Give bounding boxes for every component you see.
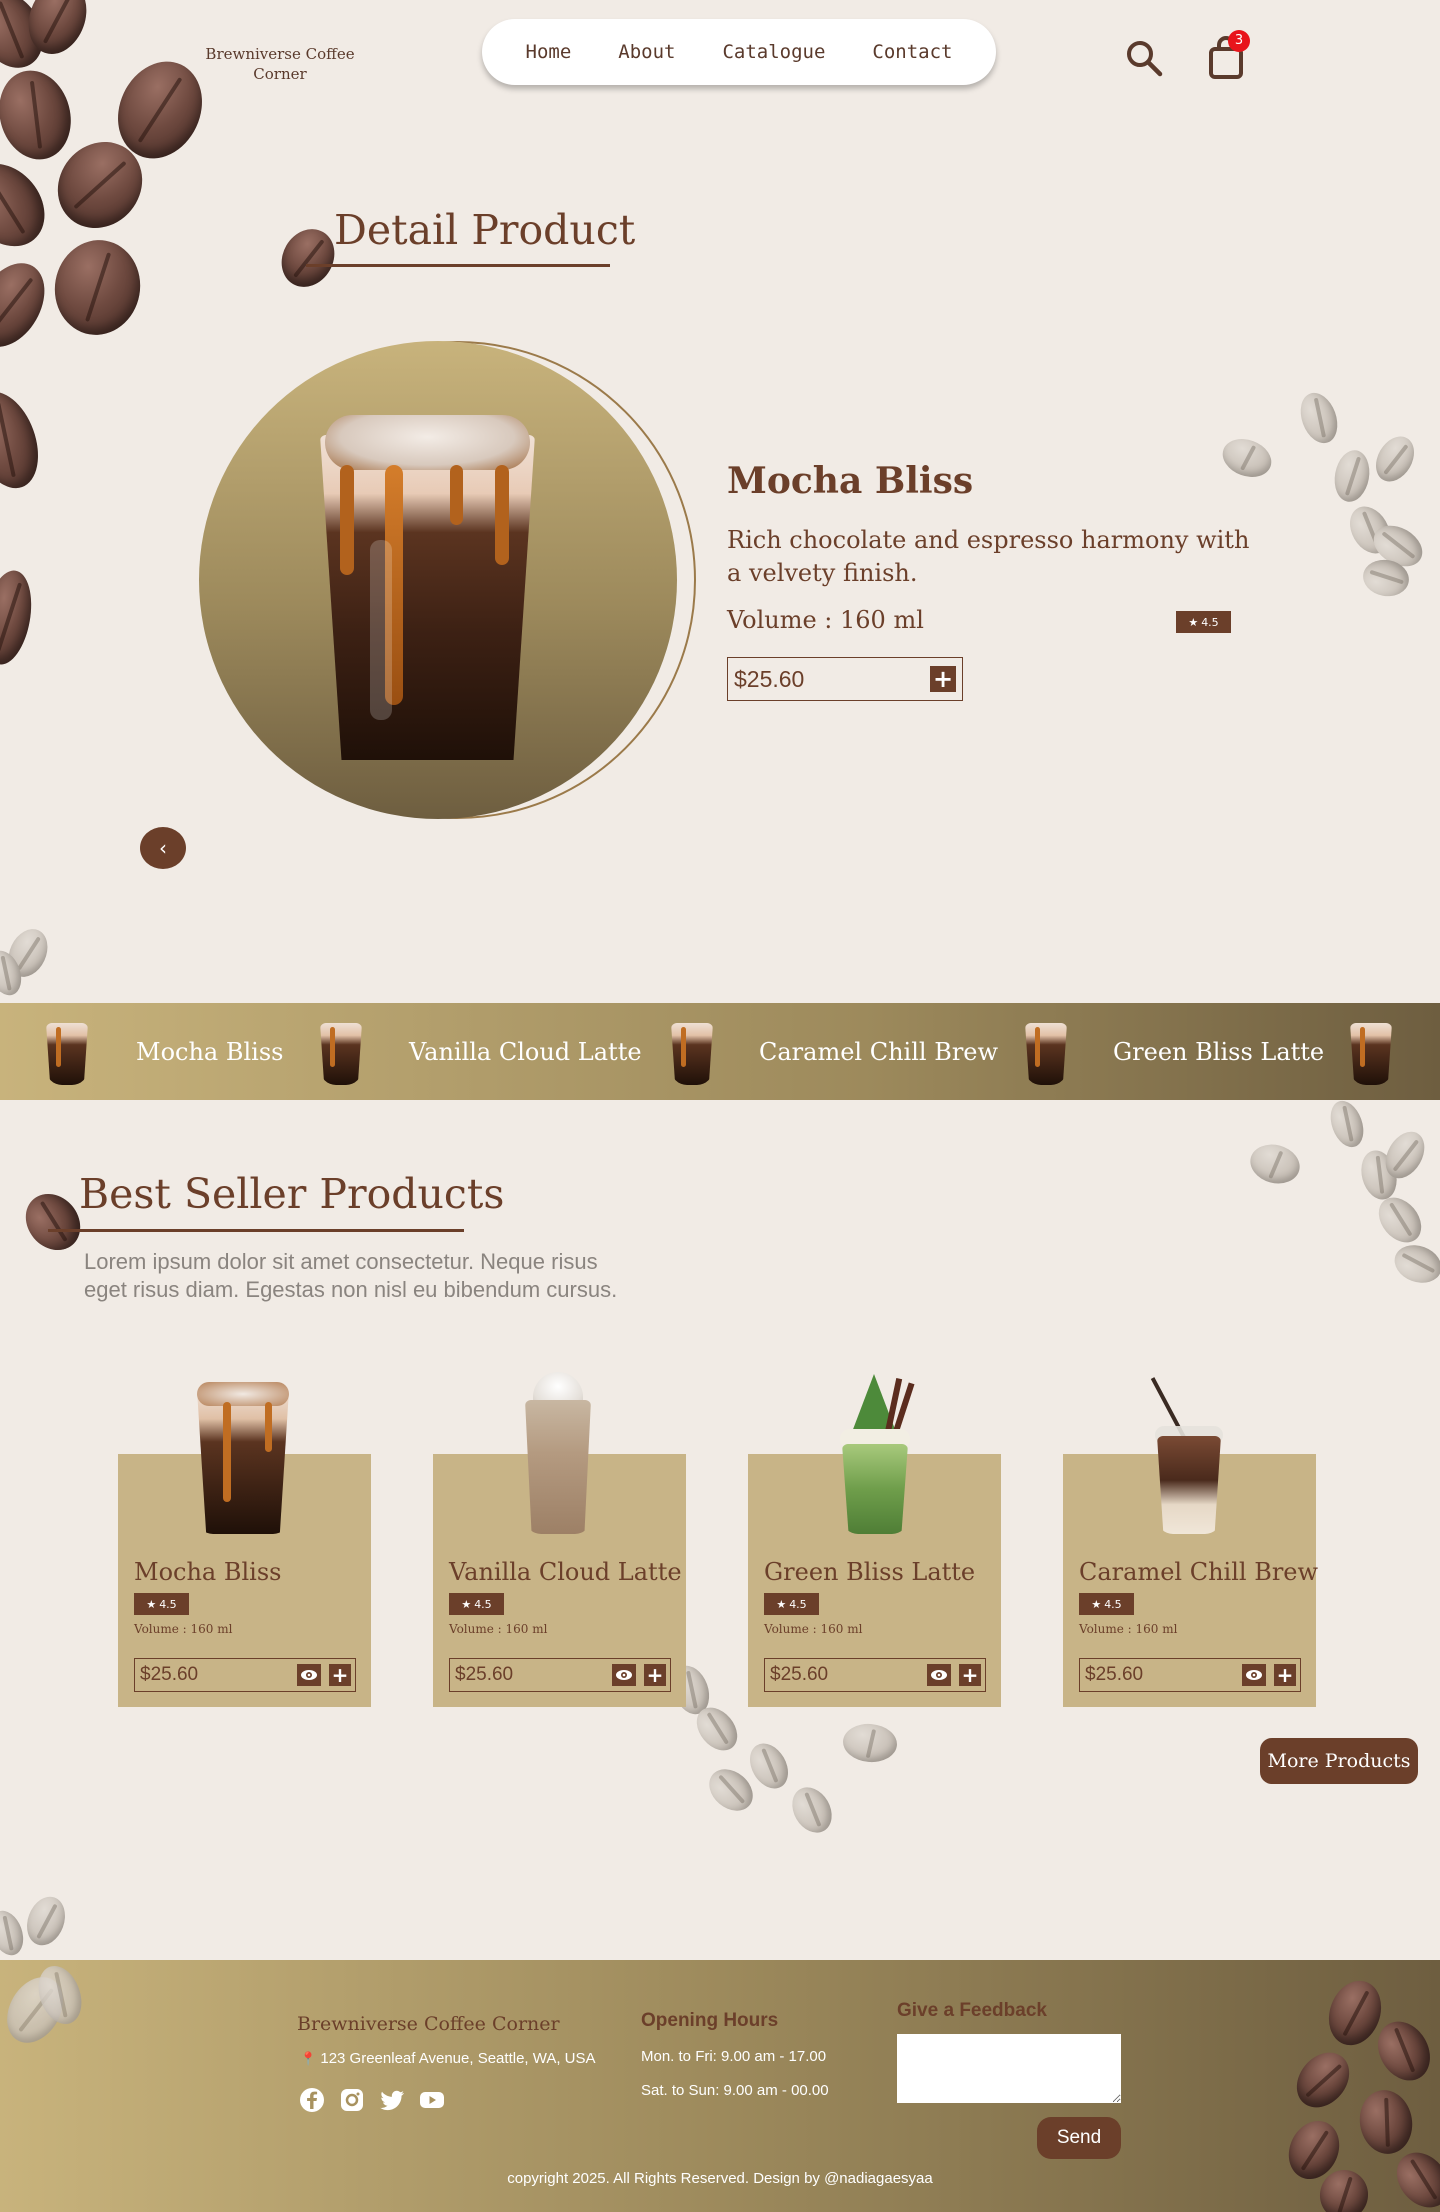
- brand-name[interactable]: Brewniverse Coffee Corner: [195, 44, 365, 84]
- card-volume: Volume : 160 ml: [764, 1622, 863, 1636]
- nav-contact[interactable]: Contact: [872, 41, 952, 63]
- card-volume: Volume : 160 ml: [134, 1622, 233, 1636]
- star-icon: ★: [1188, 615, 1199, 629]
- drink-thumbnail: [1025, 1017, 1067, 1085]
- twitter-icon[interactable]: [378, 2086, 406, 2114]
- cart-count-badge: 3: [1228, 30, 1250, 52]
- price-box: $25.60 +: [449, 1658, 671, 1692]
- card-product-name: Vanilla Cloud Latte: [449, 1558, 682, 1586]
- rating-badge: ★ 4.5: [1079, 1593, 1134, 1615]
- view-eye-icon[interactable]: [297, 1664, 321, 1686]
- bestseller-description: Lorem ipsum dolor sit amet consectetur. …: [84, 1249, 618, 1302]
- marquee-item[interactable]: Caramel Chill Brew: [759, 1038, 998, 1066]
- location-pin-icon: 📍: [300, 2051, 317, 2066]
- drink-thumbnail: [320, 1017, 362, 1085]
- vanilla-cloud-latte-image: [523, 1372, 593, 1536]
- rating-value: 4.5: [1201, 615, 1219, 629]
- marquee-item[interactable]: Mocha Bliss: [136, 1038, 283, 1066]
- mocha-bliss-image: [310, 395, 545, 770]
- product-card[interactable]: Vanilla Cloud Latte ★ 4.5 Volume : 160 ml…: [433, 1372, 686, 1707]
- star-icon: ★: [776, 1597, 787, 1611]
- send-button[interactable]: Send: [1037, 2117, 1121, 2159]
- view-eye-icon[interactable]: [1242, 1664, 1266, 1686]
- green-bliss-latte-image: [830, 1374, 920, 1536]
- hours-weekend: Sat. to Sun: 9.00 am - 00.00: [641, 2082, 829, 2099]
- view-eye-icon[interactable]: [927, 1664, 951, 1686]
- youtube-icon[interactable]: [418, 2086, 446, 2114]
- card-product-name: Caramel Chill Brew: [1079, 1558, 1319, 1586]
- star-icon: ★: [146, 1597, 157, 1611]
- drink-thumbnail: [671, 1017, 713, 1085]
- address-text: 123 Greenleaf Avenue, Seattle, WA, USA: [320, 2050, 596, 2067]
- drink-thumbnail: [46, 1017, 88, 1085]
- footer-address: 📍 123 Greenleaf Avenue, Seattle, WA, USA: [300, 2050, 596, 2067]
- card-price: $25.60: [770, 1664, 829, 1685]
- title-underline: [306, 264, 610, 267]
- product-description: Rich chocolate and espresso harmony with…: [727, 526, 1250, 587]
- product-card[interactable]: Caramel Chill Brew ★ 4.5 Volume : 160 ml …: [1063, 1377, 1319, 1707]
- rating-value: 4.5: [789, 1597, 807, 1611]
- detail-section-title: Detail Product: [334, 206, 636, 254]
- price-box: $25.60 +: [1079, 1658, 1301, 1692]
- product-card[interactable]: Mocha Bliss ★ 4.5 Volume : 160 ml $25.60 …: [118, 1382, 371, 1707]
- product-card[interactable]: Green Bliss Latte ★ 4.5 Volume : 160 ml $…: [748, 1374, 1001, 1707]
- more-products-button[interactable]: More Products: [1260, 1738, 1418, 1784]
- rating-badge: ★ 4.5: [449, 1593, 504, 1615]
- social-links: [298, 2086, 446, 2114]
- main-nav: Home About Catalogue Contact: [482, 19, 996, 85]
- marquee-item[interactable]: Vanilla Cloud Latte: [409, 1038, 642, 1066]
- caramel-chill-brew-image: [1149, 1374, 1229, 1536]
- rating-value: 4.5: [1104, 1597, 1122, 1611]
- rating-badge: ★ 4.5: [134, 1593, 189, 1615]
- previous-product-button[interactable]: ‹: [140, 827, 186, 869]
- view-eye-icon[interactable]: [612, 1664, 636, 1686]
- card-price: $25.60: [1085, 1664, 1144, 1685]
- card-price: $25.60: [140, 1664, 199, 1685]
- bestseller-section-title: Best Seller Products: [79, 1170, 505, 1218]
- add-to-cart-button[interactable]: +: [930, 665, 956, 693]
- card-product-name: Green Bliss Latte: [764, 1558, 976, 1586]
- copyright-text: copyright 2025. All Rights Reserved. Des…: [507, 2170, 933, 2187]
- add-to-cart-button[interactable]: +: [959, 1663, 981, 1687]
- feedback-input[interactable]: [897, 2034, 1121, 2103]
- nav-home[interactable]: Home: [526, 41, 572, 63]
- opening-hours-title: Opening Hours: [641, 2010, 779, 2031]
- nav-about[interactable]: About: [618, 41, 675, 63]
- price-box: $25.60 +: [727, 657, 963, 701]
- instagram-icon[interactable]: [338, 2086, 366, 2114]
- card-volume: Volume : 160 ml: [449, 1622, 548, 1636]
- rating-badge: ★ 4.5: [764, 1593, 819, 1615]
- price-box: $25.60 +: [134, 1658, 356, 1692]
- marquee-item[interactable]: Green Bliss Latte: [1113, 1038, 1324, 1066]
- mocha-bliss-image: [193, 1376, 293, 1536]
- title-underline: [48, 1229, 464, 1232]
- card-price: $25.60: [455, 1664, 514, 1685]
- nav-catalogue[interactable]: Catalogue: [722, 41, 825, 63]
- product-volume: Volume : 160 ml: [727, 606, 924, 634]
- add-to-cart-button[interactable]: +: [1274, 1663, 1296, 1687]
- product-price: $25.60: [734, 665, 805, 692]
- hours-weekday: Mon. to Fri: 9.00 am - 17.00: [641, 2048, 827, 2065]
- feedback-title: Give a Feedback: [897, 2000, 1047, 2021]
- search-icon[interactable]: [1124, 38, 1164, 78]
- rating-value: 4.5: [474, 1597, 492, 1611]
- star-icon: ★: [461, 1597, 472, 1611]
- rating-value: 4.5: [159, 1597, 177, 1611]
- card-product-name: Mocha Bliss: [134, 1558, 282, 1586]
- add-to-cart-button[interactable]: +: [329, 1663, 351, 1687]
- star-icon: ★: [1091, 1597, 1102, 1611]
- price-box: $25.60 +: [764, 1658, 986, 1692]
- drink-thumbnail: [1350, 1017, 1392, 1085]
- facebook-icon[interactable]: [298, 2086, 326, 2114]
- add-to-cart-button[interactable]: +: [644, 1663, 666, 1687]
- rating-badge: ★ 4.5: [1176, 611, 1231, 633]
- product-name: Mocha Bliss: [727, 460, 974, 502]
- card-volume: Volume : 160 ml: [1079, 1622, 1178, 1636]
- footer-brand: Brewniverse Coffee Corner: [297, 2013, 560, 2035]
- product-marquee: Mocha Bliss Vanilla Cloud Latte Caramel …: [0, 1003, 1440, 1100]
